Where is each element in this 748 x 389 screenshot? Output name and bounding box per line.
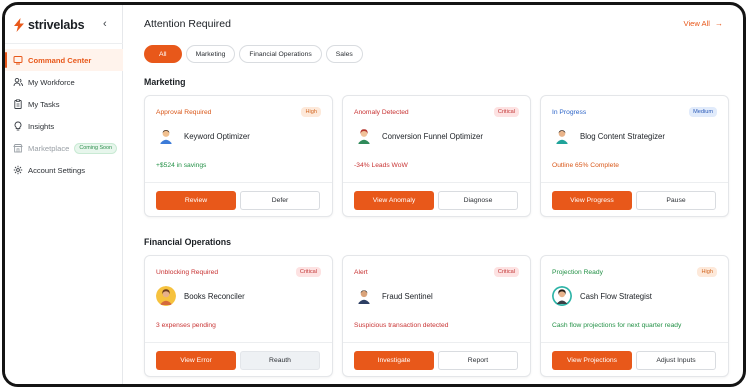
avatar (552, 286, 572, 306)
gear-icon (13, 165, 23, 175)
view-progress-button[interactable]: View Progress (552, 191, 632, 210)
agent: Cash Flow Strategist (552, 286, 652, 306)
filter-chip-sales[interactable]: Sales (325, 45, 363, 63)
agent: Keyword Optimizer (156, 126, 250, 146)
sidebar-item-label: Insights (28, 121, 55, 131)
defer-button[interactable]: Defer (240, 191, 320, 210)
card-metric: Suspicious transaction detected (354, 322, 449, 329)
report-button[interactable]: Report (438, 351, 518, 370)
priority-badge: High (697, 267, 717, 277)
command-center-icon (13, 55, 23, 65)
sidebar-item-label: Account Settings (28, 165, 85, 175)
agent-name: Cash Flow Strategist (580, 291, 652, 301)
reauth-button[interactable]: Reauth (240, 351, 320, 370)
sidebar: strivelabs ‹ Command Center My Workforce (5, 5, 123, 384)
view-all-label: View All (683, 19, 710, 28)
card-actions: Investigate Report (343, 342, 530, 378)
card-actions: Review Defer (145, 182, 332, 218)
task-card: In Progress Medium Blog Content Strategi… (540, 95, 729, 217)
sidebar-item-my-tasks[interactable]: My Tasks (5, 93, 123, 115)
task-card: Alert Critical Fraud Sentinel Suspicious… (342, 255, 531, 377)
agent: Conversion Funnel Optimizer (354, 126, 483, 146)
card-status: Approval Required (156, 109, 212, 116)
view-error-button[interactable]: View Error (156, 351, 236, 370)
brand-name: strivelabs (28, 18, 85, 32)
card-metric: Cash flow projections for next quarter r… (552, 322, 682, 329)
priority-badge: Critical (493, 107, 519, 117)
card-status: Projection Ready (552, 269, 603, 276)
task-card: Anomaly Detected Critical Conversion Fun… (342, 95, 531, 217)
page-title: Attention Required (144, 18, 231, 30)
arrow-right-icon: → (715, 19, 723, 28)
view-projections-button[interactable]: View Projections (552, 351, 632, 370)
sidebar-item-label: My Workforce (28, 77, 75, 87)
filter-chip-marketing[interactable]: Marketing (185, 45, 236, 63)
agent: Blog Content Strategizer (552, 126, 665, 146)
card-actions: View Anomaly Diagnose (343, 182, 530, 218)
agent: Fraud Sentinel (354, 286, 433, 306)
section-title-marketing: Marketing (144, 77, 186, 87)
brand: strivelabs (13, 16, 85, 34)
card-status: Alert (354, 269, 368, 276)
adjust-inputs-button[interactable]: Adjust Inputs (636, 351, 716, 370)
avatar (354, 286, 374, 306)
app-window: strivelabs ‹ Command Center My Workforce (2, 2, 746, 387)
sidebar-item-account-settings[interactable]: Account Settings (5, 159, 123, 181)
card-actions: View Projections Adjust Inputs (541, 342, 728, 378)
card-status: Unblocking Required (156, 269, 219, 276)
avatar (552, 126, 572, 146)
agent-name: Conversion Funnel Optimizer (382, 131, 483, 141)
priority-badge: Medium (689, 107, 717, 117)
agent-name: Fraud Sentinel (382, 291, 433, 301)
section-title-financial-operations: Financial Operations (144, 237, 232, 247)
card-metric: +$524 in savings (156, 162, 207, 169)
card-status: Anomaly Detected (354, 109, 409, 116)
view-anomaly-button[interactable]: View Anomaly (354, 191, 434, 210)
agent-name: Books Reconciler (184, 291, 245, 301)
sidebar-item-marketplace: Marketplace Coming Soon (5, 137, 123, 159)
review-button[interactable]: Review (156, 191, 236, 210)
diagnose-button[interactable]: Diagnose (438, 191, 518, 210)
lightbulb-icon (13, 121, 23, 131)
sidebar-item-label: Marketplace (28, 143, 70, 153)
sidebar-nav: Command Center My Workforce My Tasks Ins… (5, 49, 123, 181)
card-status: In Progress (552, 109, 587, 116)
filter-chip-all[interactable]: All (144, 45, 182, 63)
priority-badge: High (301, 107, 321, 117)
avatar (354, 126, 374, 146)
sidebar-item-label: Command Center (28, 55, 92, 65)
priority-badge: Critical (493, 267, 519, 277)
card-metric: -34% Leads WoW (354, 162, 408, 169)
sidebar-item-insights[interactable]: Insights (5, 115, 123, 137)
sidebar-item-my-workforce[interactable]: My Workforce (5, 71, 123, 93)
sidebar-item-command-center[interactable]: Command Center (5, 49, 123, 71)
brand-logo-icon (13, 18, 25, 32)
chevron-left-icon[interactable]: ‹ (103, 18, 107, 30)
investigate-button[interactable]: Investigate (354, 351, 434, 370)
task-card: Unblocking Required Critical Books Recon… (144, 255, 333, 377)
task-card: Approval Required High Keyword Optimizer… (144, 95, 333, 217)
pause-button[interactable]: Pause (636, 191, 716, 210)
agent-name: Keyword Optimizer (184, 131, 250, 141)
card-metric: 3 expenses pending (156, 322, 216, 329)
agent-name: Blog Content Strategizer (580, 131, 665, 141)
sidebar-item-label: My Tasks (28, 99, 60, 109)
card-actions: View Progress Pause (541, 182, 728, 218)
avatar (156, 126, 176, 146)
filter-chips: All Marketing Financial Operations Sales (144, 45, 363, 63)
task-card: Projection Ready High Cash Flow Strategi… (540, 255, 729, 377)
clipboard-icon (13, 99, 23, 109)
coming-soon-badge: Coming Soon (74, 142, 118, 154)
priority-badge: Critical (295, 267, 321, 277)
agent: Books Reconciler (156, 286, 245, 306)
card-actions: View Error Reauth (145, 342, 332, 378)
store-icon (13, 143, 23, 153)
avatar (156, 286, 176, 306)
card-metric: Outline 65% Complete (552, 162, 619, 169)
filter-chip-financial-operations[interactable]: Financial Operations (239, 45, 322, 63)
main-content: Attention Required View All → All Market… (124, 5, 743, 384)
view-all-link[interactable]: View All → (684, 19, 723, 28)
users-icon (13, 77, 23, 87)
divider (5, 43, 123, 44)
